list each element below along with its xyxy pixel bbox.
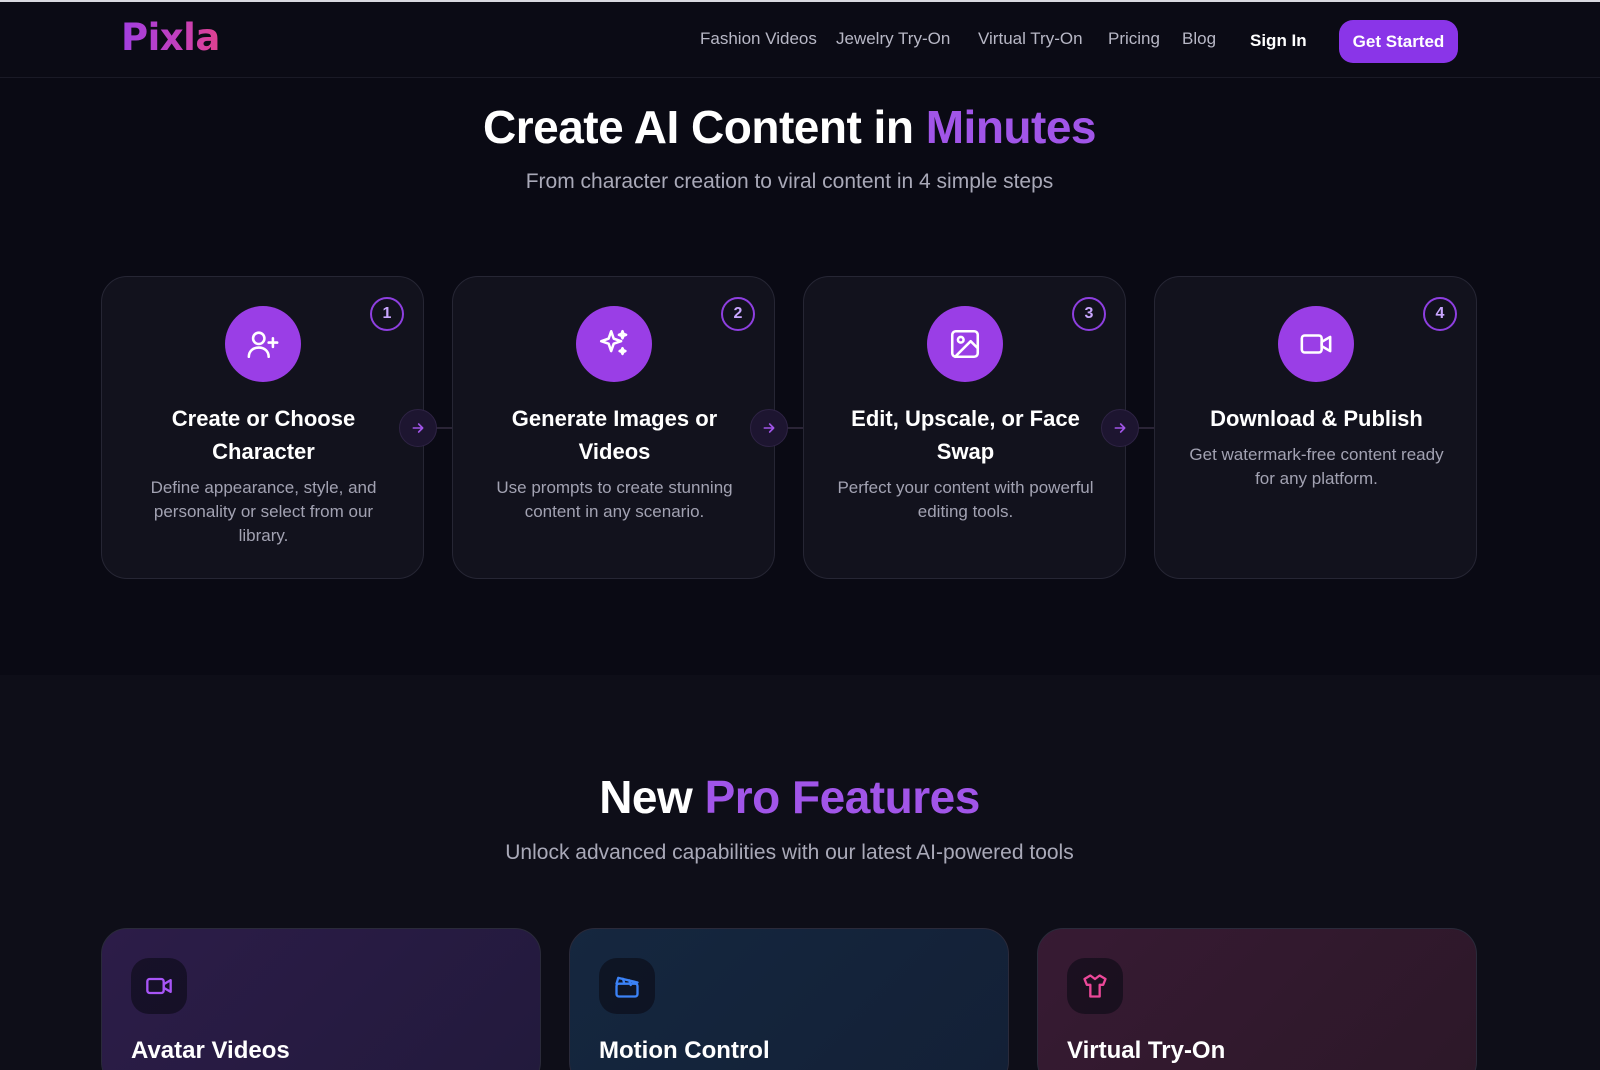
pro-features-title-accent: Pro Features bbox=[704, 771, 981, 823]
step-number-badge: 1 bbox=[370, 297, 404, 331]
shirt-icon bbox=[1067, 958, 1123, 1014]
arrow-right-icon bbox=[750, 409, 788, 447]
arrow-right-icon bbox=[399, 409, 437, 447]
image-icon bbox=[927, 306, 1003, 382]
get-started-button[interactable]: Get Started bbox=[1339, 20, 1458, 63]
pro-feature-title: Motion Control bbox=[599, 1037, 770, 1064]
pro-features-title-main: New bbox=[599, 771, 693, 823]
pro-feature-card-virtual-try-on[interactable]: Virtual Try-On bbox=[1037, 928, 1477, 1070]
nav-link-jewelry-try-on[interactable]: Jewelry Try-On bbox=[836, 29, 950, 49]
clapperboard-icon bbox=[599, 958, 655, 1014]
pro-feature-title: Virtual Try-On bbox=[1067, 1037, 1226, 1064]
pro-features-title: New Pro Features bbox=[0, 770, 1579, 824]
step-title: Edit, Upscale, or Face Swap bbox=[851, 406, 1080, 464]
step-description: Get watermark-free content ready for any… bbox=[1189, 445, 1444, 488]
sparkles-icon bbox=[576, 306, 652, 382]
pro-feature-title: Avatar Videos bbox=[131, 1037, 290, 1064]
step-description: Define appearance, style, and personalit… bbox=[150, 478, 377, 545]
video-camera-icon bbox=[131, 958, 187, 1014]
step-description: Perfect your content with powerful editi… bbox=[837, 478, 1094, 521]
how-it-works-title-accent: Minutes bbox=[925, 101, 1097, 153]
user-plus-icon bbox=[225, 306, 301, 382]
step-description: Use prompts to create stunning content i… bbox=[496, 478, 733, 521]
nav-link-fashion-videos[interactable]: Fashion Videos bbox=[700, 29, 817, 49]
step-number-badge: 2 bbox=[721, 297, 755, 331]
step-card: 3 Edit, Upscale, or Face Swap Perfect yo… bbox=[803, 276, 1126, 579]
how-it-works-title: Create AI Content in Minutes bbox=[0, 100, 1579, 154]
step-title: Generate Images or Videos bbox=[511, 406, 718, 464]
arrow-right-icon bbox=[1101, 409, 1139, 447]
site-header: Pixla Fashion Videos Jewelry Try-On Virt… bbox=[0, 2, 1600, 78]
step-card: 2 Generate Images or Videos Use prompts … bbox=[452, 276, 775, 579]
step-number-badge: 4 bbox=[1423, 297, 1457, 331]
how-it-works-subtitle: From character creation to viral content… bbox=[525, 170, 1054, 193]
sign-in-link[interactable]: Sign In bbox=[1250, 31, 1307, 51]
step-card: 4 Download & Publish Get watermark-free … bbox=[1154, 276, 1477, 579]
how-it-works-title-main: Create AI Content in bbox=[483, 101, 914, 153]
step-card: 1 Create or Choose Character Define appe… bbox=[101, 276, 424, 579]
nav-link-virtual-try-on[interactable]: Virtual Try-On bbox=[978, 29, 1083, 49]
nav-link-pricing[interactable]: Pricing bbox=[1108, 29, 1160, 49]
pro-features-subtitle: Unlock advanced capabilities with our la… bbox=[505, 841, 1074, 864]
step-title: Download & Publish bbox=[1210, 406, 1423, 431]
step-number-badge: 3 bbox=[1072, 297, 1106, 331]
pro-feature-card-avatar-videos[interactable]: Avatar Videos bbox=[101, 928, 541, 1070]
video-icon bbox=[1278, 306, 1354, 382]
pro-feature-card-motion-control[interactable]: Motion Control bbox=[569, 928, 1009, 1070]
nav-link-blog[interactable]: Blog bbox=[1182, 29, 1216, 49]
step-title: Create or Choose Character bbox=[171, 406, 356, 464]
